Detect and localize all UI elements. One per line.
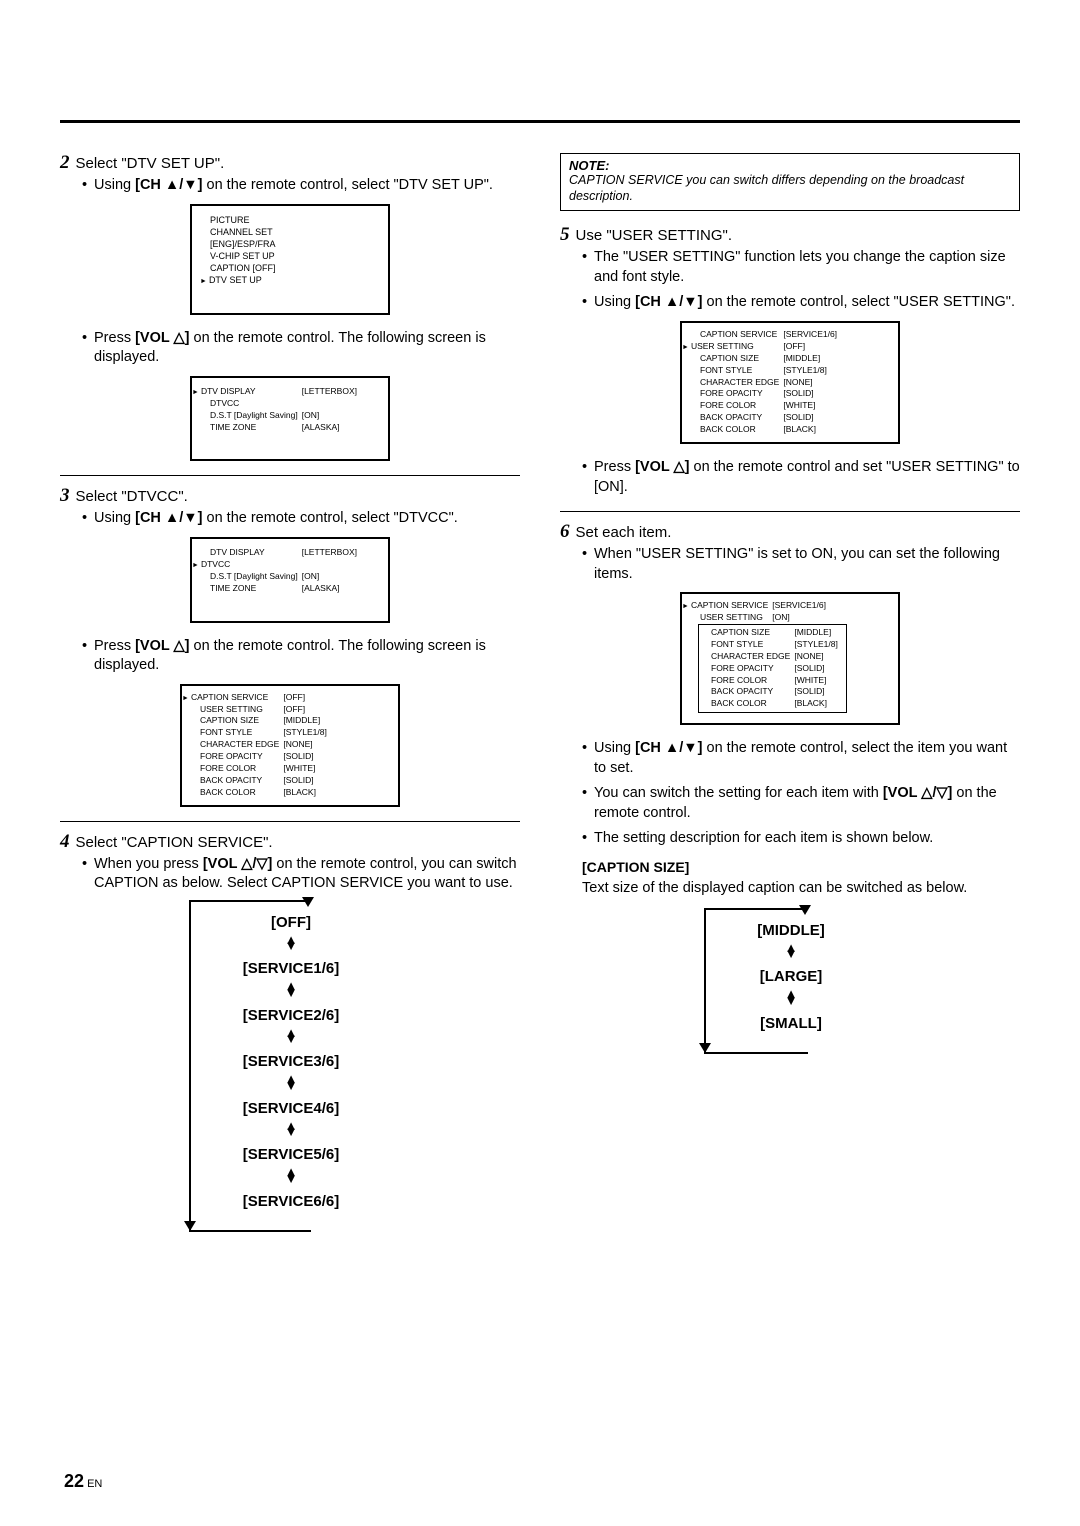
updown-arrow-icon: ▲▼ xyxy=(785,945,798,958)
right-column: NOTE: CAPTION SERVICE you can switch dif… xyxy=(560,153,1020,1252)
updown-arrow-icon: ▲▼ xyxy=(285,937,298,950)
cycle-entry: [SERVICE6/6] xyxy=(191,1193,391,1210)
caption-service-cycle: [OFF] ▲▼ [SERVICE1/6] ▲▼ [SERVICE2/6] ▲▼… xyxy=(189,900,391,1232)
menu-row: CAPTION [OFF] xyxy=(202,262,388,274)
cycle-entry: [SERVICE3/6] xyxy=(191,1053,391,1070)
separator xyxy=(60,475,520,476)
menu-row-selected: DTV SET UP xyxy=(202,274,388,286)
instruction: You can switch the setting for each item… xyxy=(582,784,1020,823)
instruction: Using [CH ▲/▼] on the remote control, se… xyxy=(82,176,520,196)
osd-menu-dtvcc: CAPTION SERVICE[OFF] USER SETTING[OFF] C… xyxy=(180,684,400,807)
step-2: 2 Select "DTV SET UP". Using [CH ▲/▼] on… xyxy=(60,153,520,461)
step-title: Select "DTV SET UP". xyxy=(76,155,225,172)
instruction: Press [VOL △] on the remote control. The… xyxy=(82,637,520,676)
step-number: 6 xyxy=(560,522,570,541)
step-5: 5 Use "USER SETTING". The "USER SETTING"… xyxy=(560,225,1020,497)
manual-page: 2 Select "DTV SET UP". Using [CH ▲/▼] on… xyxy=(0,0,1080,1526)
step-title: Set each item. xyxy=(576,524,672,541)
menu-row: PICTURE xyxy=(202,214,388,226)
cycle-arrow-in-icon xyxy=(706,908,808,910)
instruction: The "USER SETTING" function lets you cha… xyxy=(582,248,1020,287)
step-number: 3 xyxy=(60,486,70,505)
caption-size-desc: Text size of the displayed caption can b… xyxy=(582,879,1020,898)
page-number: 22 xyxy=(64,1471,84,1491)
instruction: Using [CH ▲/▼] on the remote control, se… xyxy=(582,293,1020,313)
step-title: Use "USER SETTING". xyxy=(576,227,733,244)
cycle-entry: [LARGE] xyxy=(706,968,876,985)
instruction: Using [CH ▲/▼] on the remote control, se… xyxy=(82,509,520,529)
note-text: CAPTION SERVICE you can switch differs d… xyxy=(569,173,1011,204)
osd-menu-user-setting-on: CAPTION SERVICE[SERVICE1/6] USER SETTING… xyxy=(680,592,900,725)
separator xyxy=(60,821,520,822)
left-column: 2 Select "DTV SET UP". Using [CH ▲/▼] on… xyxy=(60,153,520,1252)
step-title: Select "DTVCC". xyxy=(76,488,188,505)
note-title: NOTE: xyxy=(569,158,1011,173)
updown-arrow-icon: ▲▼ xyxy=(285,1076,298,1089)
note-box: NOTE: CAPTION SERVICE you can switch dif… xyxy=(560,153,1020,211)
instruction: The setting description for each item is… xyxy=(582,829,1020,849)
updown-arrow-icon: ▲▼ xyxy=(285,983,298,996)
osd-menu-subgroup: CAPTION SIZE[MIDDLE] FONT STYLE[STYLE1/8… xyxy=(698,624,847,713)
menu-row: CHANNEL SET xyxy=(202,226,388,238)
instruction: Press [VOL △] on the remote control. The… xyxy=(82,329,520,368)
step-6: 6 Set each item. When "USER SETTING" is … xyxy=(560,522,1020,1054)
cycle-entry: [SERVICE4/6] xyxy=(191,1100,391,1117)
cycle-entry: [SERVICE2/6] xyxy=(191,1007,391,1024)
osd-menu-dtv: DTV DISPLAY[LETTERBOX] DTVCC D.S.T [Dayl… xyxy=(190,376,390,462)
updown-arrow-icon: ▲▼ xyxy=(785,991,798,1004)
osd-menu-user-setting: CAPTION SERVICE[SERVICE1/6] USER SETTING… xyxy=(680,321,900,444)
cycle-entry: [MIDDLE] xyxy=(706,922,876,939)
cycle-entry: [OFF] xyxy=(191,914,391,931)
page-footer: 22 EN xyxy=(64,1471,102,1492)
cycle-entry: [SERVICE5/6] xyxy=(191,1146,391,1163)
top-rule xyxy=(60,120,1020,123)
two-column-layout: 2 Select "DTV SET UP". Using [CH ▲/▼] on… xyxy=(60,153,1020,1252)
caption-size-heading: [CAPTION SIZE] xyxy=(582,859,1020,875)
cycle-arrow-in-icon xyxy=(191,900,311,902)
instruction: When "USER SETTING" is set to ON, you ca… xyxy=(582,545,1020,584)
caption-size-cycle: [MIDDLE] ▲▼ [LARGE] ▲▼ [SMALL] xyxy=(704,908,876,1054)
step-4: 4 Select "CAPTION SERVICE". When you pre… xyxy=(60,832,520,1232)
updown-arrow-icon: ▲▼ xyxy=(285,1169,298,1182)
step-number: 2 xyxy=(60,153,70,172)
page-number-suffix: EN xyxy=(87,1478,102,1490)
cycle-entry: [SERVICE1/6] xyxy=(191,960,391,977)
cycle-arrow-out-icon xyxy=(706,1052,808,1054)
step-3: 3 Select "DTVCC". Using [CH ▲/▼] on the … xyxy=(60,486,520,806)
updown-arrow-icon: ▲▼ xyxy=(285,1030,298,1043)
separator xyxy=(560,511,1020,512)
cycle-entry: [SMALL] xyxy=(706,1015,876,1032)
step-title: Select "CAPTION SERVICE". xyxy=(76,834,273,851)
menu-row: [ENG]/ESP/FRA xyxy=(202,238,388,250)
instruction: When you press [VOL △/▽] on the remote c… xyxy=(82,855,520,894)
step-number: 5 xyxy=(560,225,570,244)
instruction: Using [CH ▲/▼] on the remote control, se… xyxy=(582,739,1020,778)
instruction: Press [VOL △] on the remote control and … xyxy=(582,458,1020,497)
cycle-arrow-out-icon xyxy=(191,1230,311,1232)
step-number: 4 xyxy=(60,832,70,851)
osd-menu-main: PICTURE CHANNEL SET [ENG]/ESP/FRA V-CHIP… xyxy=(190,204,390,315)
updown-arrow-icon: ▲▼ xyxy=(285,1123,298,1136)
osd-menu-dtv: DTV DISPLAY[LETTERBOX] DTVCC D.S.T [Dayl… xyxy=(190,537,390,623)
menu-row: V-CHIP SET UP xyxy=(202,250,388,262)
